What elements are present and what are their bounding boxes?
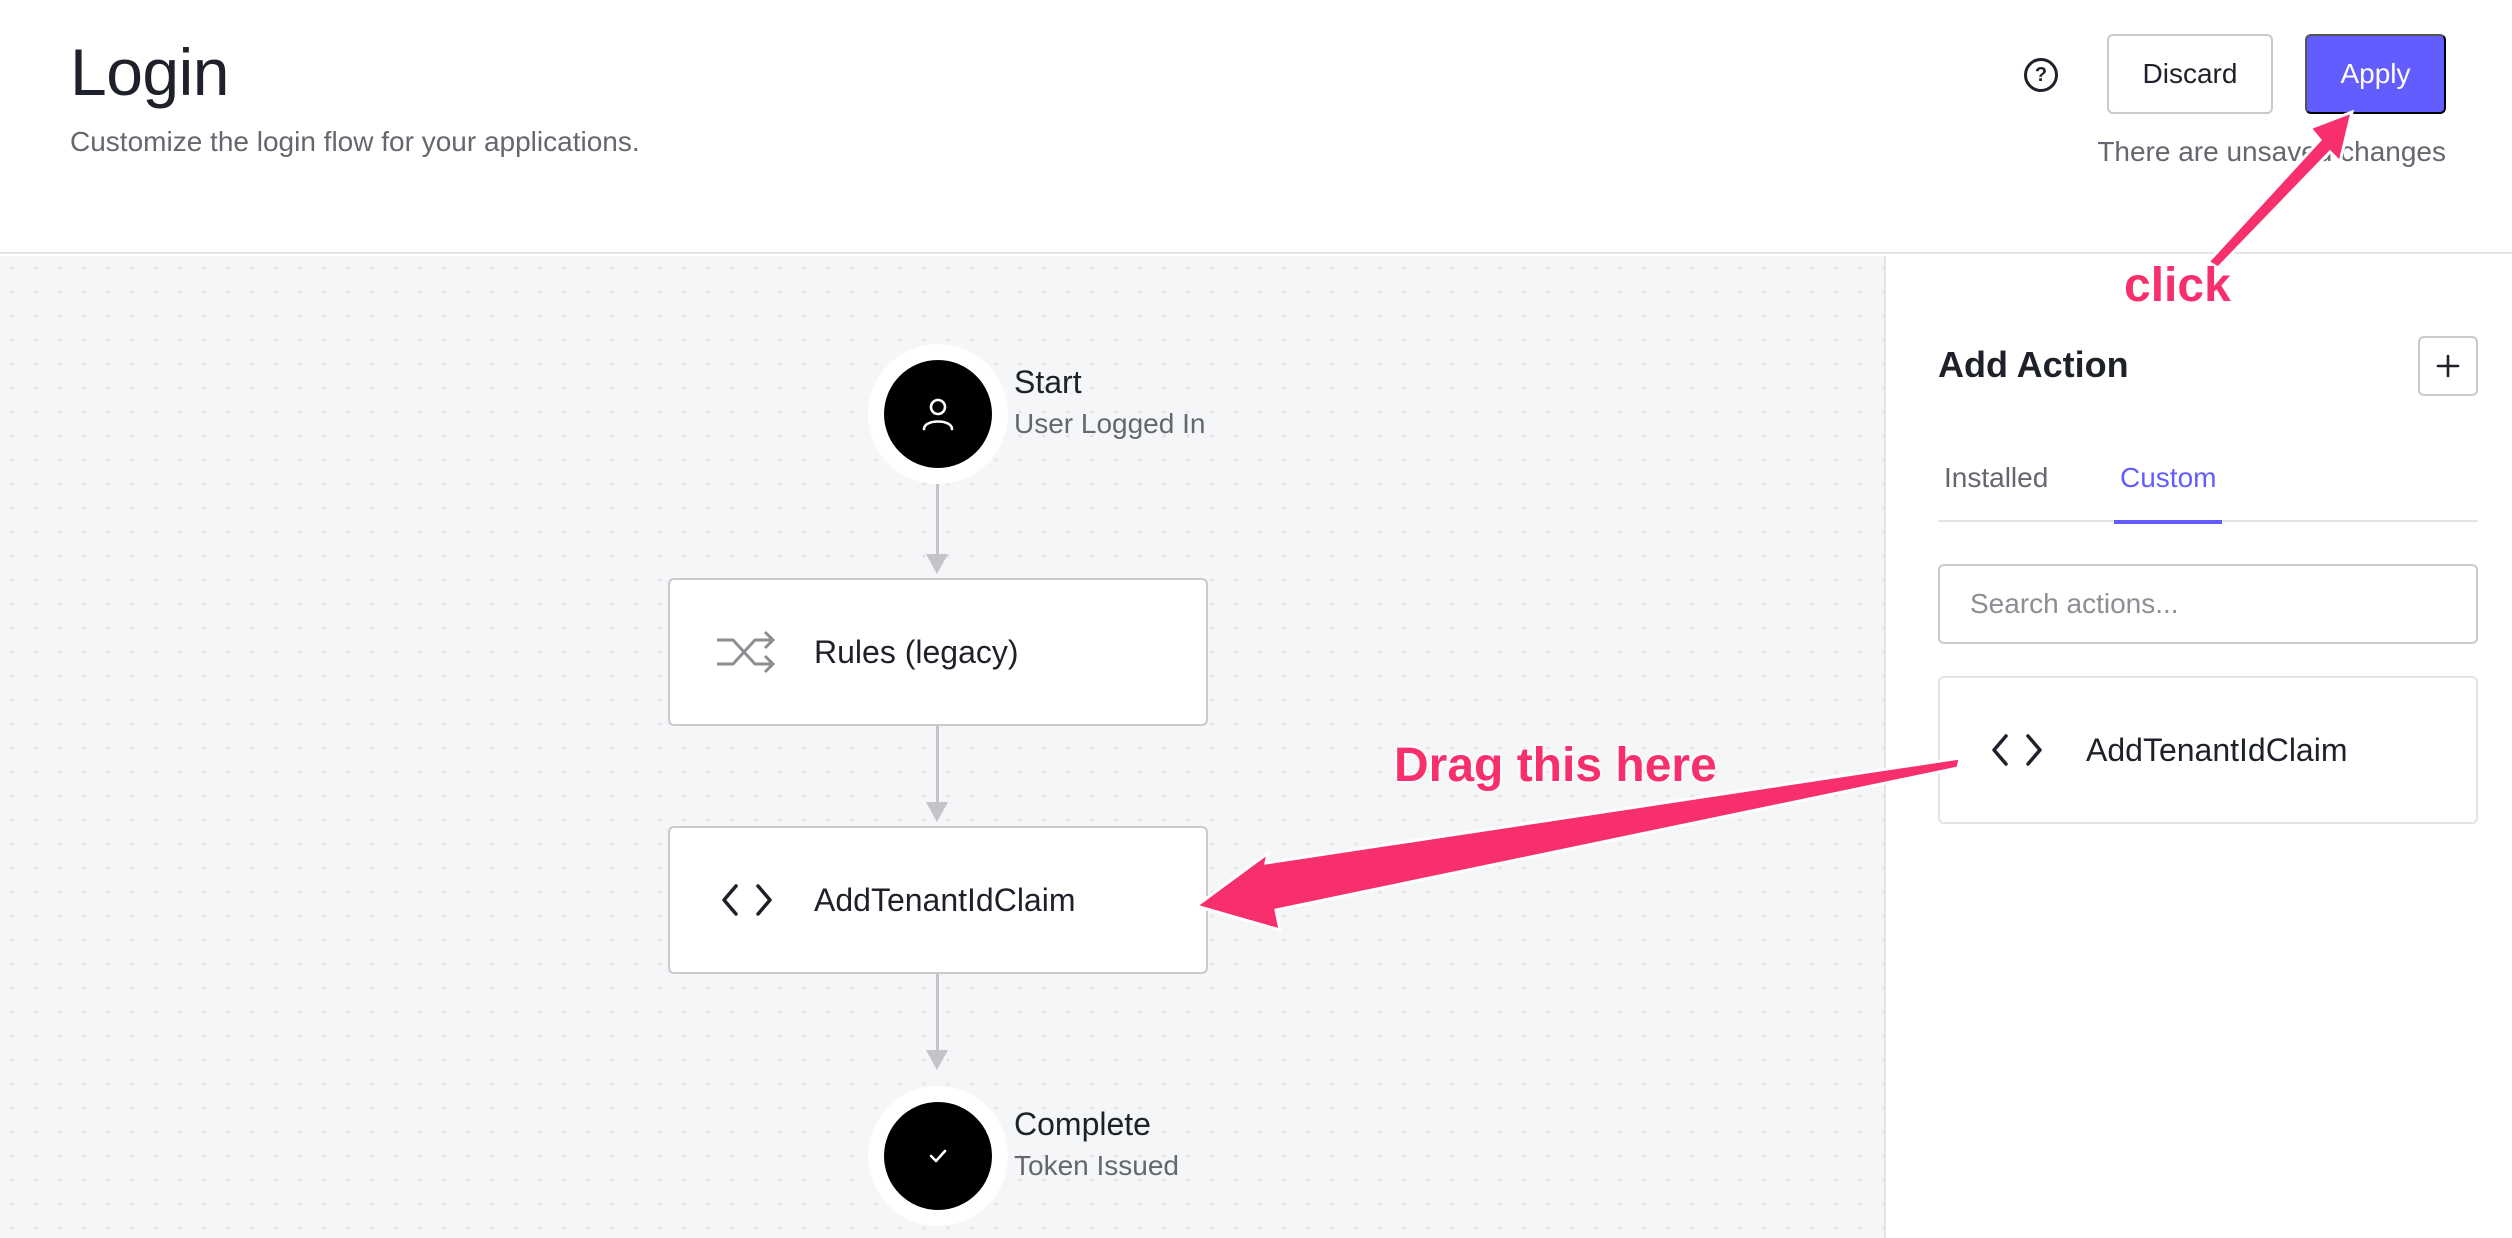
- check-icon: [884, 1102, 992, 1210]
- user-icon: [884, 360, 992, 468]
- unsaved-changes-text: There are unsaved changes: [2097, 136, 2446, 167]
- discard-button[interactable]: Discard: [2107, 34, 2273, 114]
- start-node: [868, 344, 1008, 484]
- action-tabs: Installed Custom: [1938, 452, 2478, 524]
- plus-icon[interactable]: [2418, 336, 2478, 396]
- connector-line: [936, 974, 939, 1052]
- page-header: Login Customize the login flow for your …: [0, 0, 2512, 254]
- flow-step-label: Rules (legacy): [814, 633, 1019, 670]
- connector-arrow: [926, 554, 948, 574]
- apply-button[interactable]: Apply: [2305, 34, 2446, 114]
- connector-line: [936, 478, 939, 556]
- complete-title: Complete: [1014, 1106, 1151, 1142]
- shuffle-icon: [710, 628, 784, 676]
- code-icon: [710, 880, 784, 920]
- flow-step-label: AddTenantIdClaim: [814, 881, 1076, 918]
- flow-step-addtenantidclaim[interactable]: AddTenantIdClaim: [668, 826, 1208, 974]
- add-action-panel: Add Action Installed Custom AddTenantIdC…: [1884, 256, 2512, 1238]
- click-annotation-label: click: [2123, 258, 2232, 313]
- drag-annotation-label: Drag this here: [1393, 738, 1718, 793]
- start-title: Start: [1014, 364, 1082, 400]
- start-subtitle: User Logged In: [1014, 408, 1206, 439]
- complete-node: [868, 1086, 1008, 1226]
- page-title: Login: [70, 35, 230, 109]
- connector-arrow: [926, 802, 948, 822]
- connector-arrow: [926, 1050, 948, 1070]
- add-action-title: Add Action: [1938, 344, 2129, 385]
- complete-subtitle: Token Issued: [1014, 1150, 1179, 1181]
- code-icon: [1980, 730, 2054, 770]
- action-item-label: AddTenantIdClaim: [2086, 731, 2348, 768]
- search-actions-input[interactable]: [1938, 564, 2478, 644]
- connector-line: [936, 726, 939, 804]
- page-subtitle: Customize the login flow for your applic…: [70, 126, 640, 157]
- question-circle-icon[interactable]: ?: [2024, 58, 2058, 92]
- action-item-addtenantidclaim[interactable]: AddTenantIdClaim: [1938, 676, 2478, 824]
- flow-step-rules[interactable]: Rules (legacy): [668, 578, 1208, 726]
- tab-installed[interactable]: Installed: [1938, 452, 2054, 522]
- tab-custom[interactable]: Custom: [2114, 452, 2223, 524]
